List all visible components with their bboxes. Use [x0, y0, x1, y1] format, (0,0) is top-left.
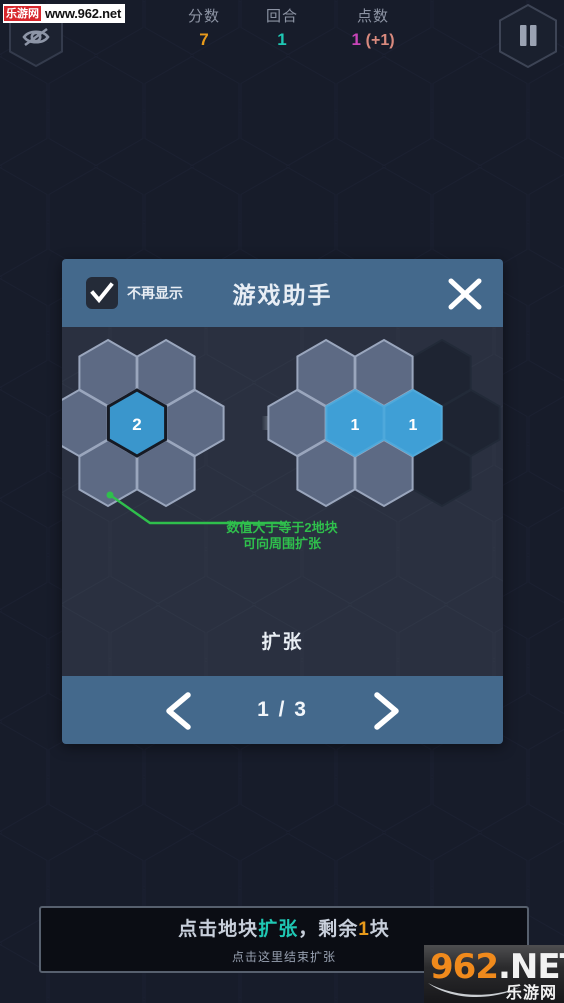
- dialog-footer: 1 / 3: [62, 676, 503, 744]
- dialog-title: 游戏助手: [232, 282, 333, 308]
- watermark-top: 乐游网 www.962.net: [3, 4, 126, 23]
- dialog-header: 不再显示 游戏助手: [62, 259, 503, 327]
- close-icon: [448, 278, 482, 310]
- left-cluster-center-value: 2: [132, 415, 141, 434]
- watermark-bottom-cn: 乐游网: [505, 985, 557, 1002]
- tutorial-caption: 扩张: [261, 632, 304, 653]
- prev-page-button[interactable]: [162, 692, 198, 735]
- left-cluster: 2: [62, 339, 225, 507]
- watermark-top-logo: 乐游网: [4, 6, 41, 21]
- stat-points-value: 1 (+1): [328, 29, 418, 52]
- watermark-bottom: 962.NET 乐游网: [424, 945, 564, 1003]
- status-text-c: 块: [369, 919, 390, 940]
- right-cluster: 1 1: [267, 339, 501, 507]
- stat-points-delta: (+1): [365, 32, 395, 49]
- status-text-a: 点击地块: [178, 919, 259, 940]
- watermark-top-url: www.962.net: [45, 6, 122, 21]
- status-remaining-count: 1: [358, 919, 370, 940]
- stat-turn: 回合 1: [237, 8, 327, 51]
- stat-points-label: 点数: [356, 8, 389, 25]
- stat-score-label: 分数: [187, 8, 220, 25]
- tutorial-illustration: 2 1 1 数值大于等于2地块 可向周围扩张: [62, 339, 501, 551]
- dialog-body: 2 1 1 数值大于等于2地块 可向周围扩张 扩张: [62, 327, 503, 676]
- tutorial-dialog: 不再显示 游戏助手 2 1 1 数值大于等于2地块 可向周围扩张 扩张 1 / …: [62, 259, 503, 744]
- annotation-line-2: 可向周围扩张: [243, 536, 322, 551]
- page-indicator: 1 / 3: [257, 698, 308, 721]
- stat-turn-value: 1: [277, 30, 287, 49]
- stat-points: 点数 1 (+1): [328, 8, 418, 52]
- stat-turn-label: 回合: [265, 8, 298, 25]
- next-page-button[interactable]: [367, 692, 403, 735]
- status-main-text: 点击地块扩张，剩余1块: [178, 914, 390, 941]
- annotation-pointer: [106, 491, 286, 525]
- left-cluster-center-tile: 2: [106, 388, 168, 458]
- pause-button[interactable]: [497, 3, 557, 69]
- chevron-right-icon: [374, 692, 399, 730]
- stat-score: 分数 7: [159, 8, 249, 51]
- close-button[interactable]: [448, 278, 482, 310]
- status-sub-text: 点击这里结束扩张: [231, 950, 336, 964]
- stat-score-value: 7: [199, 30, 209, 49]
- status-text-highlight: 扩张: [258, 919, 299, 940]
- annotation-line-1: 数值大于等于2地块: [226, 520, 338, 535]
- stat-points-number: 1: [351, 30, 361, 49]
- status-text-b: ，剩余: [298, 919, 359, 940]
- chevron-left-icon: [166, 692, 191, 730]
- right-cluster-value-1: 1: [351, 417, 360, 434]
- right-cluster-value-2: 1: [409, 417, 418, 434]
